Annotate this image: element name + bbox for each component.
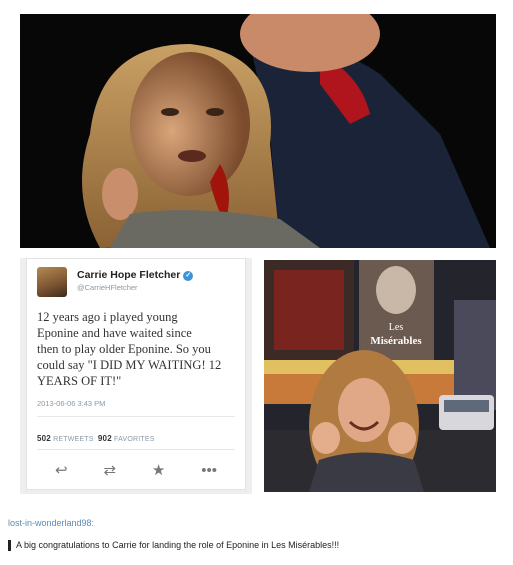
divider: [37, 416, 235, 417]
tweet-stats: 502 RETWEETS 902 FAVORITES: [37, 434, 155, 443]
sign-text-line2: Misérables: [370, 335, 422, 347]
author-name-text: Carrie Hope Fletcher: [77, 269, 181, 281]
tweet-body: Carrie Hope Fletcher ✓ @CarrieHFletcher 1…: [26, 258, 246, 490]
tweet-actions: ↩ ⇄ ★ •••: [37, 461, 235, 480]
favorite-count[interactable]: 902: [98, 434, 112, 443]
tweet-author-name[interactable]: Carrie Hope Fletcher ✓: [77, 269, 194, 281]
tweet-timestamp[interactable]: 2013-06-06 3:43 PM: [37, 399, 105, 408]
retweet-label: RETWEETS: [53, 436, 94, 443]
divider: [37, 449, 235, 450]
sign-text-line1: Les: [389, 322, 404, 333]
tweet-author-handle[interactable]: @CarrieHFletcher: [77, 283, 138, 292]
verified-check-icon: ✓: [183, 271, 194, 281]
reply-icon[interactable]: ↩: [55, 461, 68, 479]
retweet-count[interactable]: 502: [37, 434, 51, 443]
retweet-icon[interactable]: ⇄: [103, 461, 116, 479]
stage-photo: [20, 14, 496, 248]
caption-username[interactable]: lost-in-wonderland98:: [8, 518, 94, 528]
favorite-label: FAVORITES: [114, 436, 155, 443]
favorite-icon[interactable]: ★: [152, 461, 165, 479]
street-photo: Les Misérables: [264, 260, 496, 492]
avatar[interactable]: [37, 267, 67, 297]
caption-quote: A big congratulations to Carrie for land…: [8, 540, 339, 551]
tweet-card: Carrie Hope Fletcher ✓ @CarrieHFletcher 1…: [20, 258, 252, 494]
tweet-text: 12 years ago i played young Eponine and …: [37, 310, 222, 388]
more-icon[interactable]: •••: [201, 462, 217, 479]
